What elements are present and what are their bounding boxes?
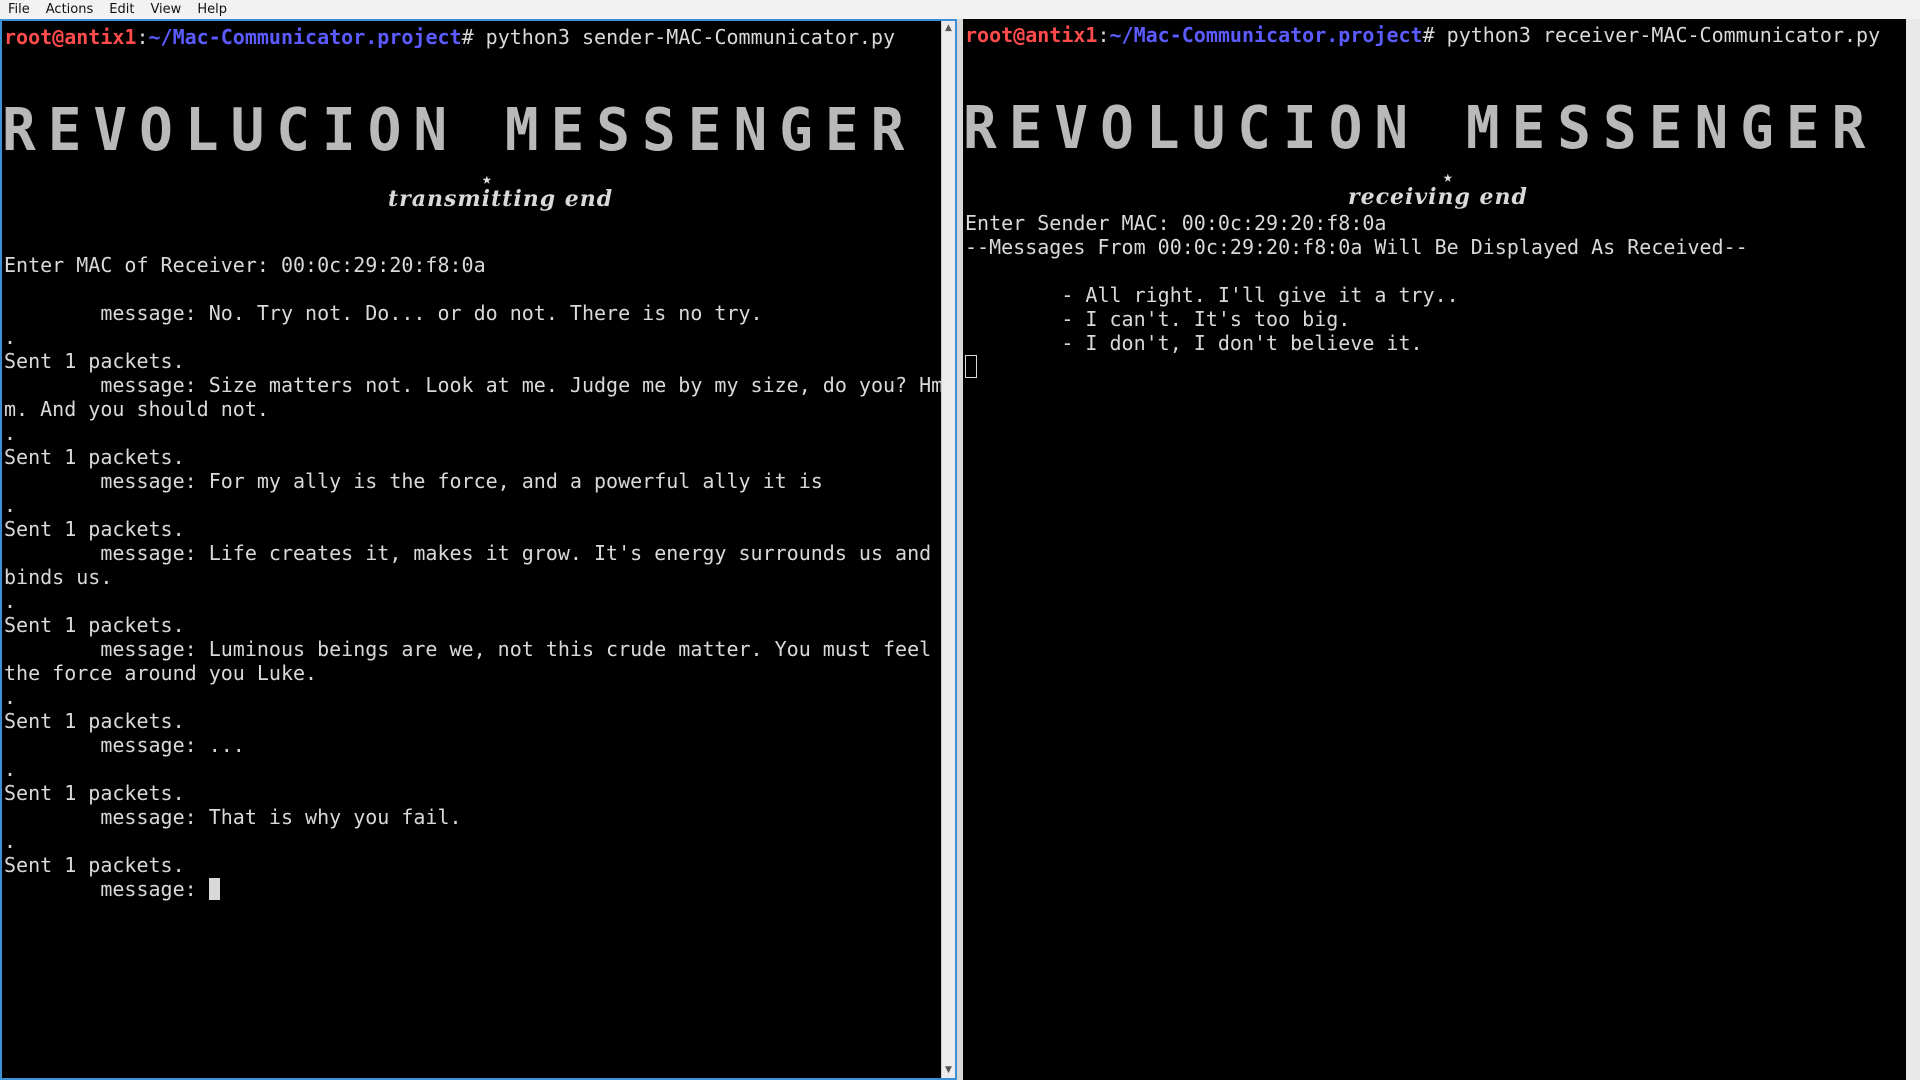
terminal-line: . <box>4 421 17 445</box>
terminal-line: Sent 1 packets. <box>4 853 185 877</box>
terminal-line: message: ... <box>4 733 245 757</box>
terminal-line: message: Size matters not. Look at me. J… <box>4 373 944 397</box>
menu-help[interactable]: Help <box>187 2 233 17</box>
terminal-line: . <box>4 829 17 853</box>
terminal-line: Sent 1 packets. <box>4 349 185 373</box>
prompt-user: root@antix1 <box>4 25 137 49</box>
terminal-line: message: For my ally is the force, and a… <box>4 469 823 493</box>
terminal-line: binds us. <box>4 565 113 589</box>
terminal-line: . <box>4 493 17 517</box>
text-cursor <box>965 355 977 378</box>
terminal-line: - All right. I'll give it a try.. <box>965 283 1459 307</box>
banner-title: REVOLUCION MESSENGER <box>963 94 1878 163</box>
receiver-subtitle: receiving end <box>1348 184 1528 210</box>
prompt-command: # python3 receiver-MAC-Communicator.py <box>1422 23 1881 47</box>
banner-title: REVOLUCION MESSENGER <box>2 96 917 165</box>
terminal-line: message: Luminous beings are we, not thi… <box>4 637 932 661</box>
terminal-line: message: No. Try not. Do... or do not. T… <box>4 301 763 325</box>
terminal-line: m. And you should not. <box>4 397 269 421</box>
sender-ascii-banner: REVOLUCION MESSENGER <box>2 95 932 167</box>
terminal-line: --Messages From 00:0c:29:20:f8:0a Will B… <box>965 235 1748 259</box>
menu-view[interactable]: View <box>140 2 187 17</box>
sender-subtitle: transmitting end <box>388 186 614 212</box>
message-input-label: message: <box>4 877 209 901</box>
terminal-line: - I don't, I don't believe it. <box>965 331 1423 355</box>
terminal-line: Sent 1 packets. <box>4 613 185 637</box>
scroll-up-icon[interactable]: ▲ <box>944 24 953 33</box>
receiver-terminal-pane[interactable]: root@antix1:~/Mac-Communicator.project# … <box>963 19 1906 1080</box>
prompt-command: # python3 sender-MAC-Communicator.py <box>461 25 896 49</box>
sender-message-log: Enter MAC of Receiver: 00:0c:29:20:f8:0a… <box>4 253 944 901</box>
scroll-down-icon[interactable]: ▼ <box>944 1066 953 1075</box>
terminal-line: . <box>4 685 17 709</box>
terminal-line: Sent 1 packets. <box>4 445 185 469</box>
prompt-path: ~/Mac-Communicator.project <box>1109 23 1423 47</box>
receiver-ascii-banner: REVOLUCION MESSENGER <box>963 93 1893 165</box>
message-input-line[interactable]: message: <box>4 877 939 901</box>
sender-prompt-line: root@antix1:~/Mac-Communicator.project# … <box>4 25 896 49</box>
terminal-line: Sent 1 packets. <box>4 709 185 733</box>
cursor-line <box>965 355 1890 379</box>
terminal-line: Sent 1 packets. <box>4 517 185 541</box>
terminal-line: . <box>4 325 17 349</box>
receiver-scrollbar[interactable] <box>1906 19 1920 1080</box>
prompt-user: root@antix1 <box>965 23 1098 47</box>
terminal-line: message: That is why you fail. <box>4 805 462 829</box>
receiver-message-log: Enter Sender MAC: 00:0c:29:20:f8:0a --Mes… <box>965 211 1890 379</box>
terminal-line: . <box>4 589 17 613</box>
sender-terminal-output: root@antix1:~/Mac-Communicator.project# … <box>4 25 939 49</box>
sender-scrollbar[interactable]: ▲ ▼ <box>941 21 955 1078</box>
text-cursor <box>208 878 220 900</box>
terminal-line: the force around you Luke. <box>4 661 318 685</box>
prompt-path: ~/Mac-Communicator.project <box>148 25 462 49</box>
sender-terminal-pane[interactable]: root@antix1:~/Mac-Communicator.project# … <box>0 19 957 1080</box>
terminal-line: message: Life creates it, makes it grow.… <box>4 541 932 565</box>
menu-bar: File Actions Edit View Help <box>0 0 1920 19</box>
menu-actions[interactable]: Actions <box>36 2 100 17</box>
menu-edit[interactable]: Edit <box>99 2 140 17</box>
terminal-line: Enter Sender MAC: 00:0c:29:20:f8:0a <box>965 211 1387 235</box>
receiver-prompt-line: root@antix1:~/Mac-Communicator.project# … <box>965 23 1881 47</box>
terminal-line: . <box>4 757 17 781</box>
menu-file[interactable]: File <box>0 2 36 17</box>
terminal-line: Enter MAC of Receiver: 00:0c:29:20:f8:0a <box>4 253 486 277</box>
terminal-line: - I can't. It's too big. <box>965 307 1351 331</box>
terminal-line: Sent 1 packets. <box>4 781 185 805</box>
receiver-terminal-output: root@antix1:~/Mac-Communicator.project# … <box>965 23 1890 47</box>
